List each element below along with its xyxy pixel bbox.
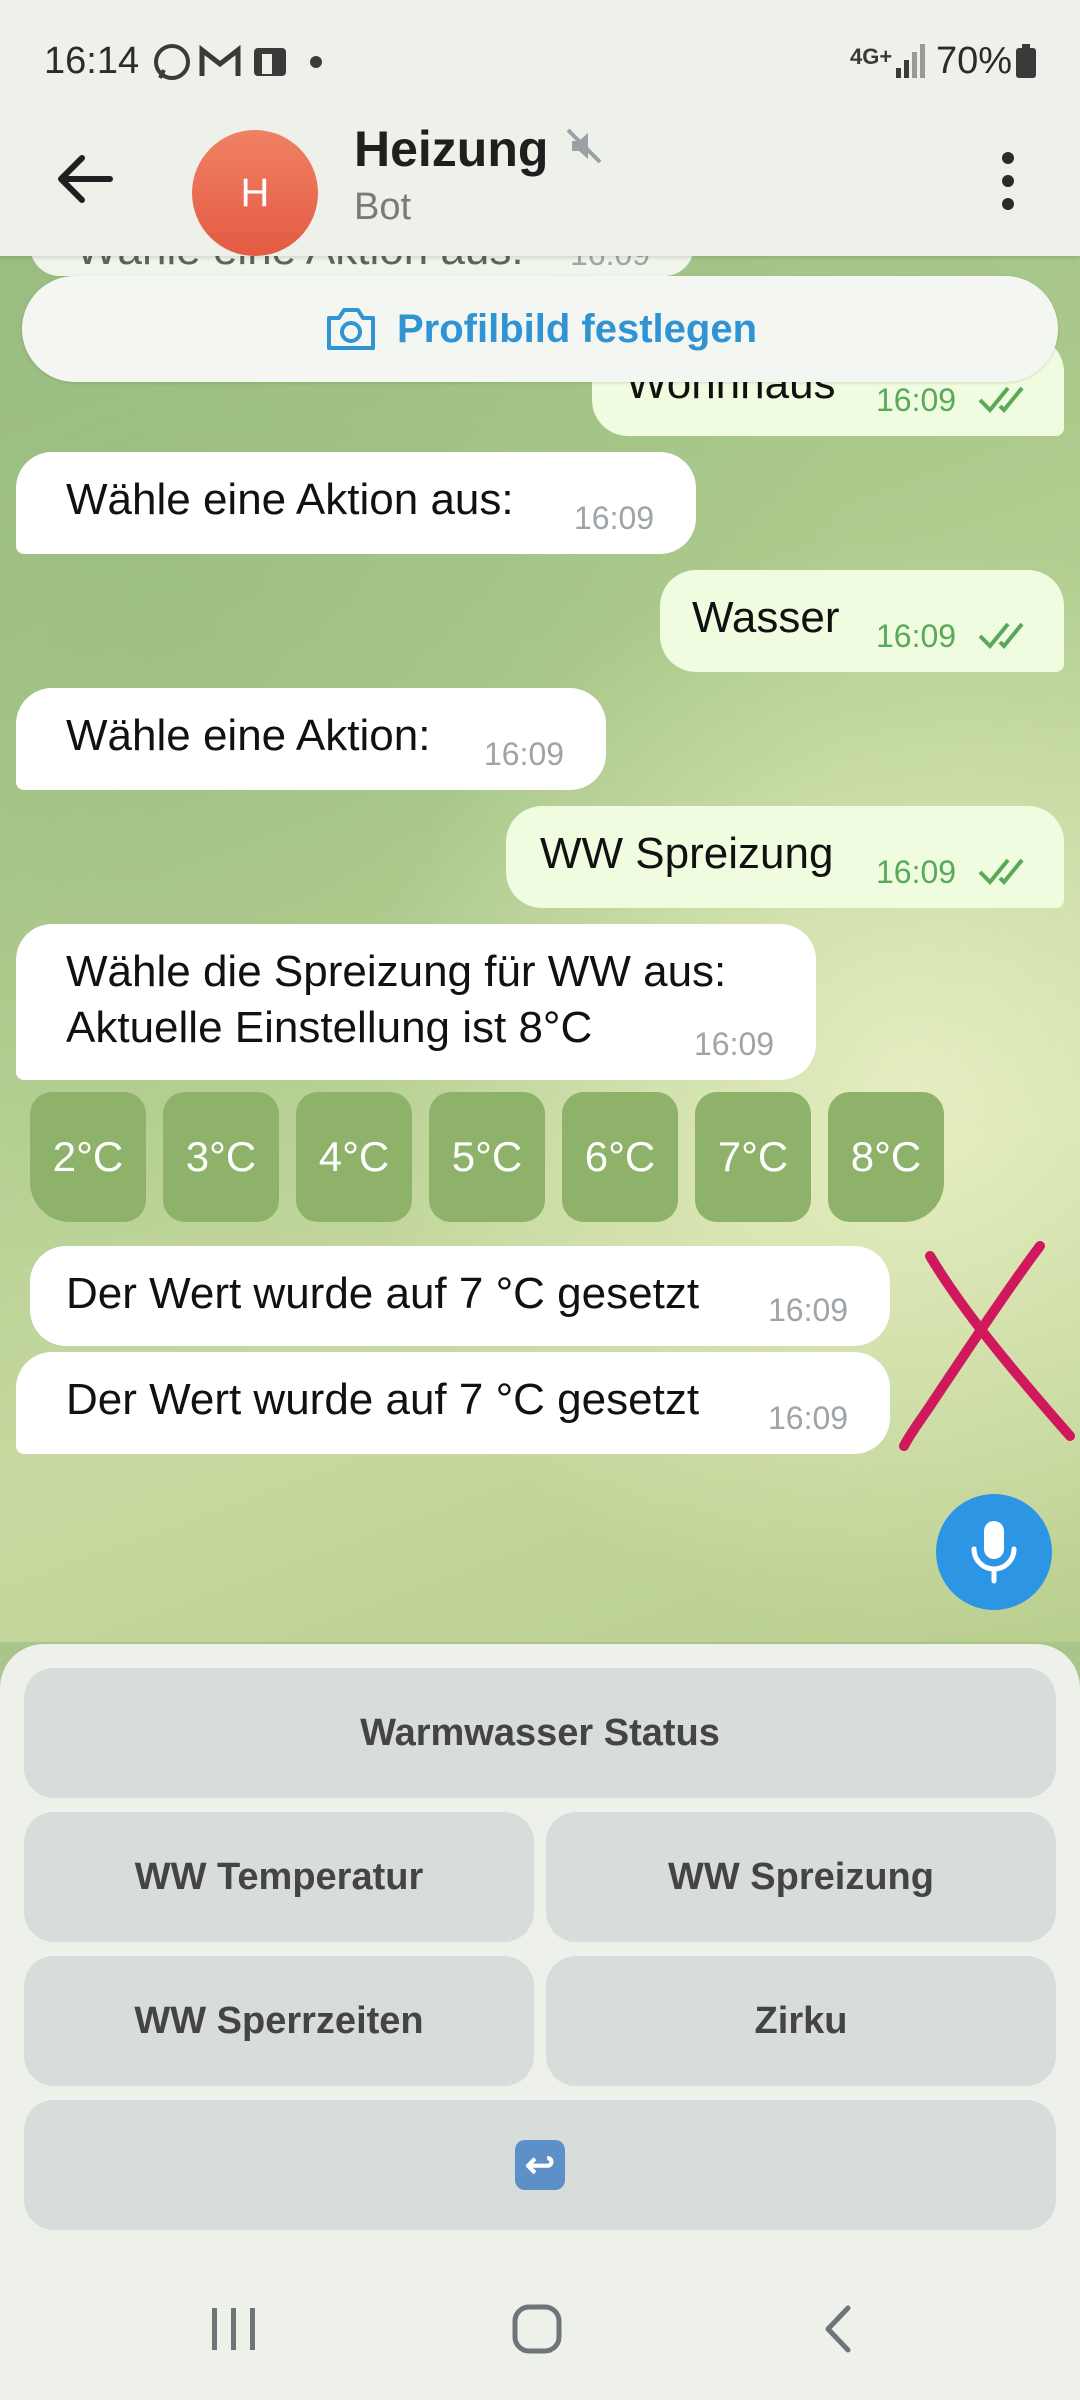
message-text: Wähle eine Aktion: bbox=[66, 711, 431, 760]
inline-button-4c[interactable]: 4°C bbox=[296, 1092, 412, 1222]
app-icon bbox=[254, 48, 286, 76]
gmail-icon bbox=[199, 44, 241, 76]
message-time: 16:09 bbox=[876, 854, 957, 890]
bot-keyboard: Warmwasser Status WW Temperatur WW Sprei… bbox=[0, 1644, 1080, 2264]
inline-button-8c[interactable]: 8°C bbox=[828, 1092, 944, 1222]
message-time: 16:09 bbox=[876, 618, 957, 654]
message-text-line1: Wähle die Spreizung für WW aus: bbox=[66, 947, 727, 996]
message-bubble-outgoing: WW Spreizung 16:09 bbox=[506, 806, 1064, 908]
chat-title[interactable]: Heizung bbox=[354, 120, 548, 178]
battery-icon bbox=[1016, 44, 1036, 78]
more-options-icon[interactable] bbox=[990, 146, 1026, 216]
message-bubble-partial: Wähle eine Aktion aus: 16:09 bbox=[30, 256, 694, 276]
set-profile-photo-banner[interactable]: Profilbild festlegen bbox=[22, 276, 1058, 382]
message-text-line2: Aktuelle Einstellung ist 8°C bbox=[66, 1003, 593, 1052]
home-icon[interactable] bbox=[510, 2302, 564, 2356]
inline-button-2c[interactable]: 2°C bbox=[30, 1092, 146, 1222]
camera-icon bbox=[326, 308, 375, 350]
message-time: 16:09 bbox=[694, 1026, 775, 1062]
chat-area[interactable]: Wähle eine Aktion aus: 16:09 Wohnhaus 16… bbox=[0, 256, 1080, 1642]
inline-button-3c[interactable]: 3°C bbox=[163, 1092, 279, 1222]
keyboard-button-warmwasser-status[interactable]: Warmwasser Status bbox=[24, 1668, 1056, 1798]
microphone-icon bbox=[971, 1521, 1017, 1584]
more-notifications-dot-icon bbox=[310, 56, 322, 68]
message-time: 16:09 bbox=[574, 500, 655, 536]
inline-button-6c[interactable]: 6°C bbox=[562, 1092, 678, 1222]
message-text: Wähle eine Aktion aus: bbox=[66, 475, 514, 524]
system-nav-bar bbox=[0, 2264, 1080, 2400]
avatar[interactable]: H bbox=[192, 130, 318, 256]
message-text: Der Wert wurde auf 7 °C gesetzt bbox=[66, 1375, 700, 1424]
network-type: 4G+ bbox=[850, 44, 893, 69]
back-arrow-icon[interactable] bbox=[50, 144, 120, 214]
signal-icon bbox=[896, 44, 925, 78]
recent-apps-icon[interactable] bbox=[208, 2304, 260, 2354]
keyboard-button-zirku[interactable]: Zirku bbox=[546, 1956, 1056, 2086]
inline-button-5c[interactable]: 5°C bbox=[429, 1092, 545, 1222]
inline-button-7c[interactable]: 7°C bbox=[695, 1092, 811, 1222]
message-bubble-incoming: Wähle eine Aktion aus: 16:09 bbox=[16, 452, 696, 554]
read-checkmarks-icon bbox=[978, 386, 1024, 413]
muted-icon bbox=[566, 128, 602, 164]
message-time: 16:09 bbox=[570, 256, 650, 273]
message-time: 16:09 bbox=[768, 1400, 849, 1436]
voice-message-button[interactable] bbox=[936, 1494, 1052, 1610]
chat-subtitle: Bot bbox=[354, 186, 412, 228]
whatsapp-icon bbox=[154, 44, 190, 80]
message-text: Wasser bbox=[692, 593, 840, 642]
message-text: WW Spreizung bbox=[540, 829, 834, 878]
message-text: Wähle eine Aktion aus: bbox=[76, 256, 524, 278]
message-time: 16:09 bbox=[768, 1292, 849, 1328]
keyboard-button-back[interactable]: ↩ bbox=[24, 2100, 1056, 2230]
keyboard-button-ww-spreizung[interactable]: WW Spreizung bbox=[546, 1812, 1056, 1942]
handdrawn-x-mark bbox=[899, 1241, 1075, 1451]
return-arrow-icon: ↩ bbox=[515, 2140, 565, 2190]
message-time: 16:09 bbox=[484, 736, 565, 772]
read-checkmarks-icon bbox=[978, 622, 1024, 649]
message-bubble-incoming: Wähle eine Aktion: 16:09 bbox=[16, 688, 606, 790]
set-profile-photo-label: Profilbild festlegen bbox=[396, 306, 758, 351]
keyboard-button-ww-temperatur[interactable]: WW Temperatur bbox=[24, 1812, 534, 1942]
back-nav-icon[interactable] bbox=[818, 2302, 858, 2356]
message-bubble-incoming: Der Wert wurde auf 7 °C gesetzt 16:09 bbox=[16, 1352, 890, 1454]
read-checkmarks-icon bbox=[978, 858, 1024, 885]
message-bubble-outgoing: Wasser 16:09 bbox=[660, 570, 1064, 672]
message-bubble-incoming: Wähle die Spreizung für WW aus: Aktuelle… bbox=[16, 924, 816, 1080]
message-bubble-incoming: Der Wert wurde auf 7 °C gesetzt 16:09 bbox=[30, 1246, 890, 1346]
status-time: 16:14 bbox=[44, 40, 140, 82]
chat-header: H Heizung Bot bbox=[0, 120, 1080, 256]
message-text: Der Wert wurde auf 7 °C gesetzt bbox=[66, 1269, 700, 1318]
message-time: 16:09 bbox=[876, 382, 957, 418]
status-bar: 16:14 4G+ 70% bbox=[0, 0, 1080, 120]
battery-percent: 70% bbox=[936, 40, 1013, 82]
keyboard-button-ww-sperrzeiten[interactable]: WW Sperrzeiten bbox=[24, 1956, 534, 2086]
